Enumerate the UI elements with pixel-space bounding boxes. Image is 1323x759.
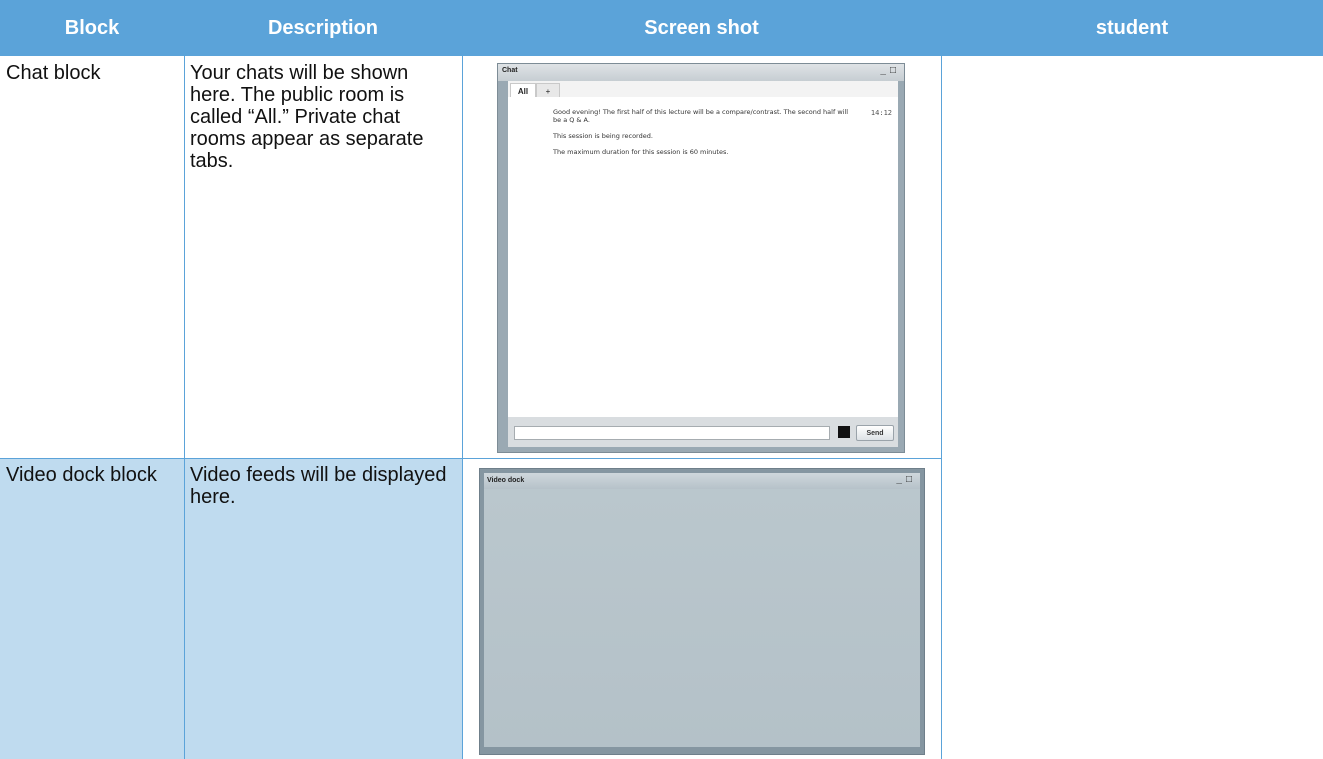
chat-message: Good evening! The first half of this lec…	[553, 108, 849, 124]
chat-message: This session is being recorded.	[553, 132, 653, 140]
chat-window: Chat _□ All + Good evening! The first ha…	[497, 63, 905, 453]
header-screenshot: Screen shot	[462, 0, 941, 56]
document-table: Block Description Screen shot student Ch…	[0, 0, 1323, 759]
video-dock-window: Video dock _□	[479, 468, 925, 755]
message-timestamp: 14:12	[870, 109, 892, 117]
color-picker-icon[interactable]	[838, 426, 850, 438]
row2-description-text: Video feeds will be displayed here.	[190, 464, 447, 508]
header-description: Description	[184, 0, 462, 56]
row1-block-cell: Chat block	[0, 56, 184, 458]
chat-message: The maximum duration for this session is…	[553, 148, 729, 156]
window-buttons: _□	[896, 474, 916, 485]
grid-line	[0, 458, 941, 459]
video-feed-area	[484, 489, 920, 747]
chat-tab-bar: All +	[508, 81, 898, 98]
grid-line	[184, 56, 185, 759]
row1-description-text: Your chats will be shown here. The publi…	[190, 62, 424, 172]
row1-description-cell: Your chats will be shown here. The publi…	[184, 56, 462, 458]
student-cell	[941, 56, 1323, 759]
header-block: Block	[0, 0, 184, 56]
row2-block-text: Video dock block	[6, 464, 157, 486]
maximize-icon[interactable]: □	[906, 474, 916, 485]
window-buttons: _□	[880, 65, 900, 76]
chat-title: Chat	[502, 67, 518, 74]
tab-all[interactable]: All	[510, 83, 536, 98]
send-button[interactable]: Send	[856, 425, 894, 441]
grid-line	[462, 56, 463, 759]
maximize-icon[interactable]: □	[890, 65, 900, 76]
chat-input[interactable]	[514, 426, 830, 440]
add-tab-button[interactable]: +	[536, 83, 560, 98]
chat-messages: Good evening! The first half of this lec…	[508, 97, 898, 417]
video-title: Video dock	[487, 477, 525, 484]
minimize-icon[interactable]: _	[880, 65, 890, 76]
chat-title-bar: Chat _□	[498, 64, 904, 81]
header-student: student	[941, 0, 1323, 56]
row2-block-cell: Video dock block	[0, 458, 184, 759]
chat-input-bar: Send	[508, 417, 898, 447]
minimize-icon[interactable]: _	[896, 474, 906, 485]
row1-block-text: Chat block	[6, 62, 101, 84]
grid-line	[941, 56, 942, 759]
row2-description-cell: Video feeds will be displayed here.	[184, 458, 462, 759]
video-title-bar: Video dock _□	[484, 473, 920, 489]
